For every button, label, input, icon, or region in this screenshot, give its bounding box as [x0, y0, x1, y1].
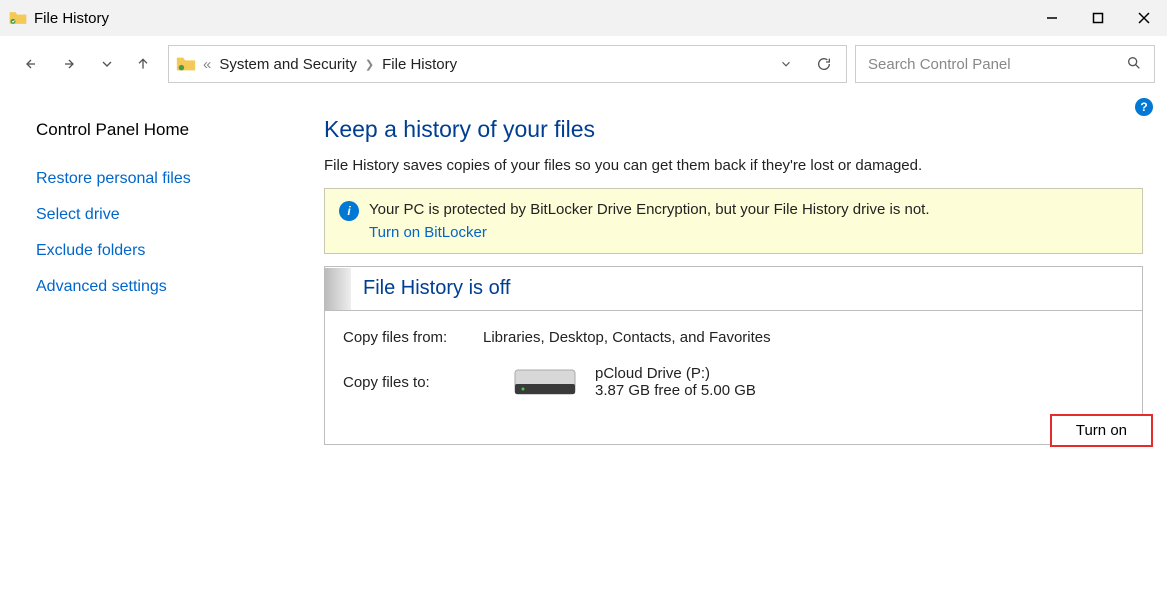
status-accent [325, 268, 351, 310]
copy-from-value: Libraries, Desktop, Contacts, and Favori… [483, 329, 1124, 346]
search-box[interactable] [855, 45, 1155, 83]
folder-icon [8, 8, 28, 28]
info-icon: i [339, 201, 359, 221]
titlebar: File History [0, 0, 1167, 36]
address-bar[interactable]: « System and Security ❯ File History [168, 45, 847, 83]
refresh-button[interactable] [808, 49, 840, 79]
address-dropdown[interactable] [770, 49, 802, 79]
content-area: ? Control Panel Home Restore personal fi… [0, 92, 1167, 457]
control-panel-home-link[interactable]: Control Panel Home [36, 120, 300, 140]
breadcrumb: « System and Security ❯ File History [203, 56, 764, 73]
folder-icon [175, 53, 197, 75]
maximize-button[interactable] [1075, 0, 1121, 36]
forward-button[interactable] [54, 47, 88, 81]
drive-icon [513, 364, 577, 400]
sidebar-link-advanced[interactable]: Advanced settings [36, 278, 300, 296]
notice-text: Your PC is protected by BitLocker Drive … [369, 201, 930, 218]
copy-to-label: Copy files to: [343, 374, 483, 391]
help-icon[interactable]: ? [1135, 98, 1153, 116]
sidebar: Control Panel Home Restore personal file… [0, 92, 300, 457]
turn-on-bitlocker-link[interactable]: Turn on BitLocker [369, 224, 930, 241]
turn-on-button[interactable]: Turn on [1050, 414, 1153, 447]
sidebar-link-restore[interactable]: Restore personal files [36, 170, 300, 188]
breadcrumb-item[interactable]: System and Security [219, 56, 357, 73]
search-input[interactable] [866, 55, 1118, 74]
status-title: File History is off [363, 277, 510, 300]
page-heading: Keep a history of your files [324, 116, 1143, 143]
search-icon[interactable] [1126, 55, 1144, 73]
bitlocker-notice: i Your PC is protected by BitLocker Driv… [324, 188, 1143, 254]
main-panel: Keep a history of your files File Histor… [300, 92, 1167, 457]
drive-name: pCloud Drive (P:) [595, 365, 756, 382]
page-description: File History saves copies of your files … [324, 157, 1143, 174]
up-button[interactable] [126, 47, 160, 81]
file-history-status: File History is off Copy files from: Lib… [324, 266, 1143, 445]
window-title: File History [34, 10, 109, 27]
toolbar: « System and Security ❯ File History [0, 36, 1167, 92]
copy-from-label: Copy files from: [343, 329, 483, 346]
back-button[interactable] [12, 47, 46, 81]
close-button[interactable] [1121, 0, 1167, 36]
chevron-right-icon: ❯ [365, 58, 374, 71]
breadcrumb-prefix: « [203, 56, 211, 73]
sidebar-link-select-drive[interactable]: Select drive [36, 206, 300, 224]
minimize-button[interactable] [1029, 0, 1075, 36]
drive-space: 3.87 GB free of 5.00 GB [595, 382, 756, 399]
sidebar-link-exclude[interactable]: Exclude folders [36, 242, 300, 260]
breadcrumb-item[interactable]: File History [382, 56, 457, 73]
history-dropdown[interactable] [96, 47, 118, 81]
